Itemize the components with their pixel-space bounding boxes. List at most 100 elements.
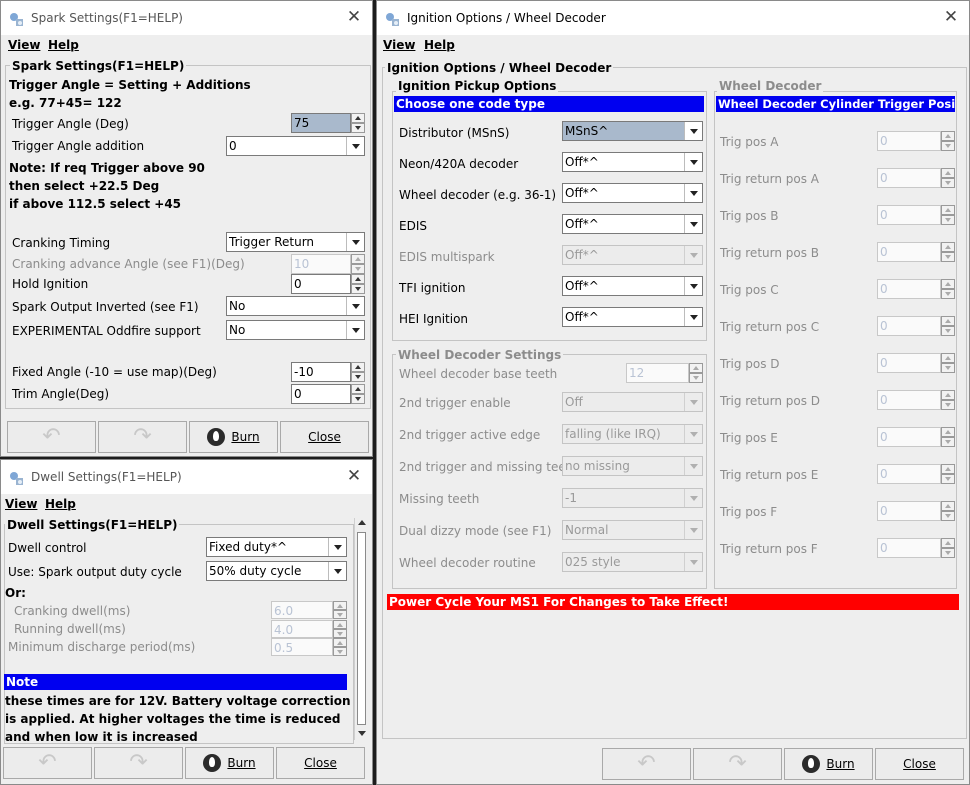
burn-button[interactable]: Burn bbox=[185, 747, 274, 779]
trig-pos-spinner[interactable]: 0 bbox=[877, 131, 955, 151]
redo-button[interactable]: ↷ bbox=[94, 747, 183, 779]
spinner-value[interactable]: 0.5 bbox=[271, 638, 333, 656]
trig-return-pos-spinner[interactable]: 0 bbox=[877, 316, 955, 336]
spinner-value[interactable]: 0 bbox=[877, 279, 941, 299]
spinner-value[interactable]: 0 bbox=[291, 274, 351, 294]
spinner-value[interactable]: 12 bbox=[626, 363, 689, 383]
running-dwell-spinner[interactable]: 4.0 bbox=[271, 620, 347, 638]
spinner-value[interactable]: 0 bbox=[877, 168, 941, 188]
spin-down-icon[interactable] bbox=[941, 289, 955, 299]
menu-view[interactable]: View bbox=[383, 38, 415, 52]
undo-button[interactable]: ↶ bbox=[602, 748, 691, 780]
trig-return-pos-spinner[interactable]: 0 bbox=[877, 242, 955, 262]
spin-up-icon[interactable] bbox=[333, 620, 347, 629]
close-button[interactable]: Close bbox=[875, 748, 964, 780]
spin-down-icon[interactable] bbox=[333, 647, 347, 656]
chevron-down-icon[interactable] bbox=[346, 137, 364, 155]
chevron-down-icon[interactable] bbox=[346, 297, 364, 315]
spinner-value[interactable]: 0 bbox=[877, 464, 941, 484]
spin-up-icon[interactable] bbox=[941, 168, 955, 178]
chevron-down-icon[interactable] bbox=[684, 425, 702, 443]
neon-decoder-select[interactable]: Off*^ bbox=[562, 152, 703, 172]
spin-down-icon[interactable] bbox=[351, 372, 365, 382]
spark-inverted-select[interactable]: No bbox=[226, 296, 365, 316]
spin-down-icon[interactable] bbox=[351, 284, 365, 294]
spinner-value[interactable]: 0 bbox=[877, 353, 941, 373]
close-icon[interactable]: ✕ bbox=[346, 466, 362, 486]
menu-view[interactable]: View bbox=[5, 497, 37, 511]
missing-teeth-select[interactable]: -1 bbox=[562, 488, 703, 508]
edis-select[interactable]: Off*^ bbox=[562, 214, 703, 234]
spin-up-icon[interactable] bbox=[351, 113, 365, 123]
menu-view[interactable]: View bbox=[8, 38, 40, 52]
spinner-value[interactable]: 0 bbox=[877, 205, 941, 225]
spin-up-icon[interactable] bbox=[689, 363, 703, 373]
trig-return-pos-spinner[interactable]: 0 bbox=[877, 168, 955, 188]
spin-up-icon[interactable] bbox=[941, 279, 955, 289]
dual-dizzy-select[interactable]: Normal bbox=[562, 520, 703, 540]
undo-button[interactable]: ↶ bbox=[7, 421, 96, 453]
distributor-select[interactable]: MSnS^ bbox=[562, 121, 703, 141]
chevron-down-icon[interactable] bbox=[684, 553, 702, 571]
spin-down-icon[interactable] bbox=[941, 215, 955, 225]
spinner-value[interactable]: 4.0 bbox=[271, 620, 333, 638]
spin-down-icon[interactable] bbox=[351, 394, 365, 404]
spin-down-icon[interactable] bbox=[941, 326, 955, 336]
trigger-angle-spinner[interactable]: 75 bbox=[291, 113, 365, 133]
menu-help[interactable]: Help bbox=[45, 497, 76, 511]
spark-title-bar[interactable]: Spark Settings(F1=HELP) ✕ bbox=[1, 1, 372, 35]
spin-up-icon[interactable] bbox=[941, 538, 955, 548]
trig-return-pos-spinner[interactable]: 0 bbox=[877, 538, 955, 558]
spin-down-icon[interactable] bbox=[941, 437, 955, 447]
chevron-down-icon[interactable] bbox=[346, 233, 364, 251]
trigger-addition-select[interactable]: 0 bbox=[226, 136, 365, 156]
chevron-down-icon[interactable] bbox=[684, 246, 702, 264]
close-icon[interactable]: ✕ bbox=[346, 7, 362, 27]
second-trigger-edge-select[interactable]: falling (like IRQ) bbox=[562, 424, 703, 444]
second-trigger-missing-select[interactable]: no missing bbox=[562, 456, 703, 476]
spinner-value[interactable]: -10 bbox=[291, 362, 351, 382]
scroll-up-icon[interactable] bbox=[358, 520, 366, 525]
spin-down-icon[interactable] bbox=[689, 373, 703, 383]
spin-up-icon[interactable] bbox=[333, 601, 347, 610]
spin-up-icon[interactable] bbox=[333, 638, 347, 647]
trig-pos-spinner[interactable]: 0 bbox=[877, 279, 955, 299]
chevron-down-icon[interactable] bbox=[684, 457, 702, 475]
trig-pos-spinner[interactable]: 0 bbox=[877, 427, 955, 447]
base-teeth-spinner[interactable]: 12 bbox=[626, 363, 703, 383]
spinner-value[interactable]: 6.0 bbox=[271, 601, 333, 619]
spinner-value[interactable]: 0 bbox=[877, 538, 941, 558]
spin-up-icon[interactable] bbox=[941, 390, 955, 400]
oddfire-select[interactable]: No bbox=[226, 320, 365, 340]
redo-button[interactable]: ↷ bbox=[693, 748, 782, 780]
edis-multispark-select[interactable]: Off*^ bbox=[562, 245, 703, 265]
spinner-value[interactable]: 0 bbox=[291, 384, 351, 404]
spin-up-icon[interactable] bbox=[351, 274, 365, 284]
spin-down-icon[interactable] bbox=[941, 511, 955, 521]
close-icon[interactable]: ✕ bbox=[943, 7, 959, 27]
spin-up-icon[interactable] bbox=[351, 384, 365, 394]
spin-up-icon[interactable] bbox=[941, 501, 955, 511]
cranking-dwell-spinner[interactable]: 6.0 bbox=[271, 601, 347, 619]
spin-down-icon[interactable] bbox=[941, 400, 955, 410]
decoder-routine-select[interactable]: 025 style bbox=[562, 552, 703, 572]
spin-down-icon[interactable] bbox=[941, 363, 955, 373]
spin-down-icon[interactable] bbox=[941, 178, 955, 188]
spin-down-icon[interactable] bbox=[333, 629, 347, 638]
burn-button[interactable]: Burn bbox=[189, 421, 278, 453]
trig-pos-spinner[interactable]: 0 bbox=[877, 353, 955, 373]
second-trigger-enable-select[interactable]: Off bbox=[562, 392, 703, 412]
spin-down-icon[interactable] bbox=[351, 264, 365, 274]
spin-up-icon[interactable] bbox=[941, 316, 955, 326]
spin-up-icon[interactable] bbox=[941, 464, 955, 474]
menu-help[interactable]: Help bbox=[48, 38, 79, 52]
chevron-down-icon[interactable] bbox=[684, 489, 702, 507]
scrollbar[interactable] bbox=[354, 518, 368, 740]
trig-return-pos-spinner[interactable]: 0 bbox=[877, 390, 955, 410]
chevron-down-icon[interactable] bbox=[684, 521, 702, 539]
chevron-down-icon[interactable] bbox=[684, 215, 702, 233]
dwell-title-bar[interactable]: Dwell Settings(F1=HELP) ✕ bbox=[1, 460, 372, 494]
chevron-down-icon[interactable] bbox=[684, 122, 702, 140]
redo-button[interactable]: ↷ bbox=[98, 421, 187, 453]
chevron-down-icon[interactable] bbox=[684, 277, 702, 295]
